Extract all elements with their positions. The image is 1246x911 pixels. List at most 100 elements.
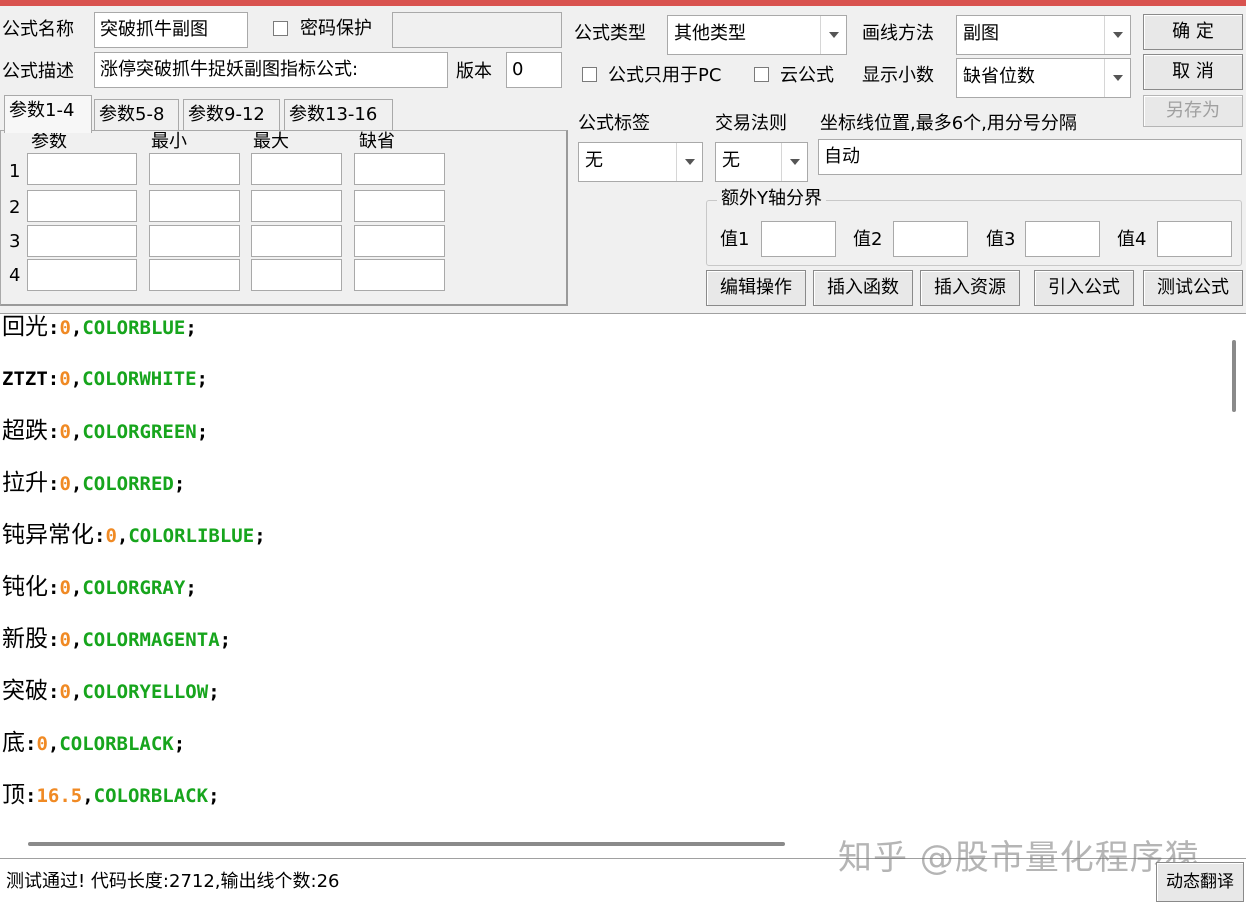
param-1-name-input[interactable] (27, 153, 137, 185)
param-1-min-input[interactable] (149, 153, 240, 185)
extra-y-axis-title: 额外Y轴分界 (717, 188, 826, 210)
password-label: 密码保护 (300, 18, 372, 39)
password-checkbox[interactable] (273, 21, 288, 36)
formula-tag-value: 无 (585, 150, 603, 171)
code-colon: : (48, 681, 60, 703)
params-tab-panel: 参数 最小 最大 缺省 1 2 3 4 (0, 130, 568, 306)
ok-button[interactable]: 确 定 (1143, 14, 1243, 50)
formula-name-label: 公式名称 (2, 19, 74, 40)
test-formula-button[interactable]: 测试公式 (1143, 270, 1243, 306)
param-4-min-input[interactable] (149, 259, 240, 291)
code-number: 0 (59, 473, 71, 495)
code-comma: , (70, 473, 83, 495)
tab-params-5-8[interactable]: 参数5-8 (94, 99, 179, 131)
cancel-button[interactable]: 取 消 (1143, 54, 1243, 90)
param-3-name-input[interactable] (27, 225, 137, 257)
param-2-name-input[interactable] (27, 190, 137, 222)
code-line[interactable]: 新股:0, COLORMAGENTA; (2, 626, 231, 653)
code-comma: , (70, 421, 83, 443)
window-title-bar (0, 0, 1246, 6)
status-text: 测试通过! 代码长度:2712,输出线个数:26 (6, 871, 340, 892)
param-2-min-input[interactable] (149, 190, 240, 222)
param-3-min-input[interactable] (149, 225, 240, 257)
param-2-default-input[interactable] (354, 190, 445, 222)
version-input[interactable]: 0 (506, 52, 562, 88)
code-var-name: 超跌 (2, 418, 48, 444)
code-number: 0 (59, 421, 71, 443)
code-semicolon: ; (196, 421, 209, 443)
pc-only-checkbox[interactable] (582, 67, 597, 82)
param-2-max-input[interactable] (251, 190, 342, 222)
param-3-default-input[interactable] (354, 225, 445, 257)
code-editor[interactable]: 回光:0, COLORBLUE; ZTZT:0, COLORWHITE; 超跌:0,… (0, 313, 1246, 859)
param-1-default-input[interactable] (354, 153, 445, 185)
code-colon: : (48, 629, 60, 651)
yaxis-value4-input[interactable] (1157, 221, 1232, 257)
trade-rule-label: 交易法则 (715, 113, 787, 134)
code-line[interactable]: 钝异常化:0, COLORLIBLUE; (2, 522, 266, 549)
tab-params-9-12[interactable]: 参数9-12 (183, 99, 280, 131)
code-line[interactable]: 底:0, COLORBLACK; (2, 730, 185, 757)
dynamic-translate-button[interactable]: 动态翻译 (1156, 862, 1244, 902)
import-formula-button[interactable]: 引入公式 (1034, 270, 1134, 306)
formula-type-select[interactable]: 其他类型 (667, 15, 847, 55)
vertical-scrollbar[interactable] (1224, 314, 1246, 829)
code-number: 0 (59, 629, 71, 651)
trade-rule-select[interactable]: 无 (715, 142, 808, 182)
code-var-name: 新股 (2, 626, 48, 652)
formula-tag-select[interactable]: 无 (578, 142, 703, 182)
code-line[interactable]: 突破:0, COLORYELLOW; (2, 678, 220, 705)
param-4-default-input[interactable] (354, 259, 445, 291)
chevron-down-icon (1104, 16, 1130, 54)
cloud-checkbox[interactable] (754, 67, 769, 82)
param-4-name-input[interactable] (27, 259, 137, 291)
code-line[interactable]: 顶:16.5, COLORBLACK; (2, 782, 220, 809)
code-semicolon: ; (208, 785, 220, 807)
yaxis-value3-input[interactable] (1025, 221, 1100, 257)
edit-operations-button[interactable]: 编辑操作 (706, 270, 806, 306)
param-header-default: 缺省 (359, 131, 395, 152)
code-line[interactable]: 回光:0, COLORBLUE; (2, 314, 197, 341)
code-line[interactable]: 超跌:0, COLORGREEN; (2, 418, 208, 445)
insert-resource-button[interactable]: 插入资源 (920, 270, 1020, 306)
code-colon: : (48, 421, 60, 443)
code-color-keyword: COLORYELLOW (82, 681, 209, 703)
axis-lines-label: 坐标线位置,最多6个,用分号分隔 (820, 113, 1077, 134)
param-4-max-input[interactable] (251, 259, 342, 291)
code-semicolon: ; (185, 577, 197, 599)
param-3-max-input[interactable] (251, 225, 342, 257)
code-comma: , (70, 577, 83, 599)
code-color-keyword: COLORMAGENTA (82, 629, 220, 651)
code-var-name: 钝化 (2, 574, 48, 600)
code-line[interactable]: ZTZT:0, COLORWHITE; (2, 366, 208, 392)
decimals-select[interactable]: 缺省位数 (956, 58, 1131, 98)
param-1-max-input[interactable] (251, 153, 342, 185)
chevron-down-icon (781, 143, 807, 181)
code-line[interactable]: 拉升:0, COLORRED; (2, 470, 185, 497)
code-line[interactable]: 钝化:0, COLORGRAY; (2, 574, 197, 601)
formula-desc-input[interactable]: 涨停突破抓牛捉妖副图指标公式: (94, 52, 448, 88)
vertical-scrollbar-thumb[interactable] (1232, 340, 1236, 412)
password-input[interactable] (392, 12, 562, 48)
decimals-value: 缺省位数 (963, 66, 1035, 87)
code-var-name: 突破 (2, 678, 48, 704)
insert-function-button[interactable]: 插入函数 (813, 270, 913, 306)
draw-method-select[interactable]: 副图 (956, 15, 1131, 55)
chevron-down-icon (676, 143, 702, 181)
yaxis-value2-input[interactable] (893, 221, 968, 257)
horizontal-scrollbar-thumb[interactable] (28, 842, 785, 846)
param-row-number: 4 (9, 265, 21, 286)
code-color-keyword: COLORBLUE (82, 317, 186, 339)
formula-type-value: 其他类型 (674, 23, 746, 44)
formula-name-input[interactable]: 突破抓牛副图 (94, 12, 248, 48)
save-as-button[interactable]: 另存为 (1143, 95, 1243, 127)
code-var-name: 钝异常化 (2, 522, 94, 548)
tab-params-1-4[interactable]: 参数1-4 (4, 95, 92, 133)
chevron-down-icon (1104, 59, 1130, 97)
yaxis-value1-input[interactable] (761, 221, 836, 257)
code-semicolon: ; (185, 317, 197, 339)
tab-params-13-16[interactable]: 参数13-16 (284, 99, 393, 131)
axis-lines-input[interactable]: 自动 (818, 139, 1242, 175)
code-colon: : (47, 368, 60, 390)
yaxis-value2-label: 值2 (853, 229, 883, 250)
